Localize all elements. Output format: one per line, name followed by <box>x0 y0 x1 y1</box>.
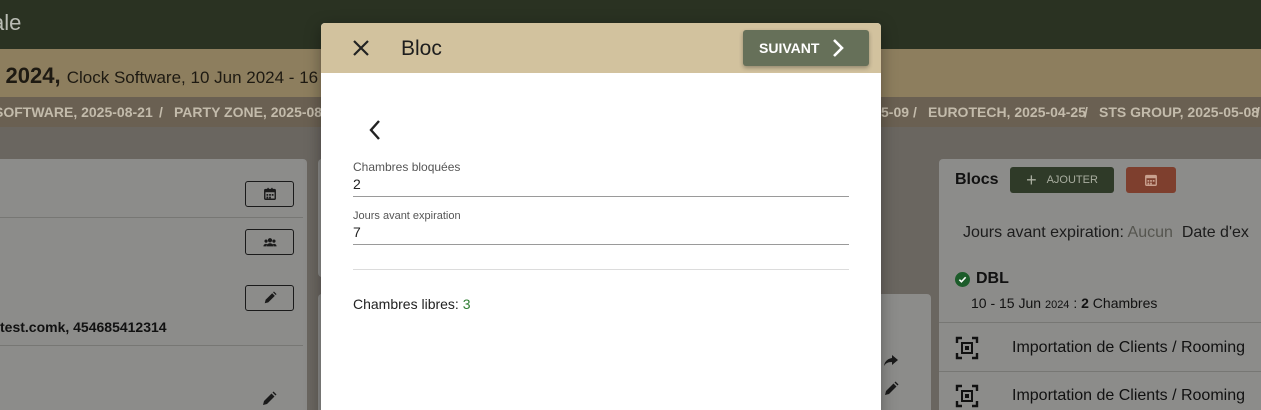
calendar-button[interactable] <box>1126 167 1176 193</box>
expiry-days-field: Jours avant expiration <box>353 210 849 245</box>
import-clients-row[interactable]: Importation de Clients / Rooming <box>955 336 1245 360</box>
breadcrumb-separator: / <box>1256 104 1260 120</box>
free-rooms-count: 3 <box>462 296 471 312</box>
event-title: g 2024, Clock Software, 10 Jun 2024 - 16 <box>0 63 319 88</box>
breadcrumb-item[interactable]: PARTY ZONE, 2025-08- <box>174 104 327 120</box>
expiry-days-input[interactable] <box>353 222 849 245</box>
divider <box>939 322 1261 323</box>
divider <box>0 217 303 218</box>
room-type: DBL <box>976 270 1009 287</box>
calendar-icon <box>1145 174 1157 186</box>
blocked-rooms-field: Chambres bloquées <box>353 160 849 197</box>
expiry-summary: Jours avant expiration: Aucun Date d'ex <box>963 224 1249 241</box>
import-clients-row[interactable]: Importation de Clients / Rooming <box>955 384 1245 408</box>
breadcrumb-item[interactable]: STS GROUP, 2025-05-08 <box>1099 104 1259 120</box>
pencil-icon[interactable] <box>261 391 277 407</box>
users-icon <box>262 238 277 247</box>
close-icon <box>353 40 369 56</box>
add-bloc-button[interactable]: + AJOUTER <box>1010 167 1114 193</box>
blocs-title: Blocs <box>955 171 999 188</box>
blocked-rooms-label: Chambres bloquées <box>353 160 461 174</box>
pencil-icon <box>264 291 277 304</box>
check-circle-icon <box>955 271 970 287</box>
divider <box>939 371 1261 372</box>
free-rooms-summary: Chambres libres: 3 <box>353 296 471 312</box>
calendar-button[interactable] <box>245 181 294 207</box>
share-icon[interactable] <box>883 352 899 368</box>
breadcrumb-separator: / <box>1084 104 1088 120</box>
dialog-header: Bloc SUIVANT <box>321 23 881 73</box>
bloc-dates: 10 - 15 Jun 2024 : 2 Chambres <box>971 295 1158 311</box>
plus-icon: + <box>1026 170 1037 190</box>
chevron-left-icon <box>369 120 380 140</box>
next-button[interactable]: SUIVANT <box>743 30 869 66</box>
qr-scan-icon <box>955 336 979 360</box>
chevron-right-icon <box>833 39 845 57</box>
edit-button[interactable] <box>245 285 294 311</box>
group-button[interactable] <box>245 229 294 255</box>
pencil-icon[interactable] <box>883 381 899 397</box>
breadcrumb-item[interactable]: EUROTECH, 2025-04-25 <box>928 104 1086 120</box>
breadcrumb-separator: / <box>913 104 917 120</box>
back-button[interactable] <box>363 118 387 142</box>
breadcrumb-separator: / <box>159 104 163 120</box>
app-title: ale <box>0 10 22 35</box>
breadcrumb-item[interactable]: SOFTWARE, 2025-08-21 <box>0 104 153 120</box>
close-button[interactable] <box>349 36 373 60</box>
calendar-icon <box>263 187 276 200</box>
bloc-dialog: Bloc SUIVANT Chambres bloquées Jours ava… <box>321 23 881 410</box>
breadcrumb-item[interactable]: 5-09 <box>881 104 909 120</box>
dialog-title: Bloc <box>401 37 442 60</box>
divider <box>353 269 849 270</box>
divider <box>0 345 303 346</box>
blocked-rooms-input[interactable] <box>353 174 849 197</box>
qr-scan-icon <box>955 384 979 408</box>
contact-info: test.comk, 454685412314 <box>0 319 167 335</box>
expiry-days-label: Jours avant expiration <box>353 210 461 222</box>
room-type-row: DBL <box>955 270 1009 288</box>
